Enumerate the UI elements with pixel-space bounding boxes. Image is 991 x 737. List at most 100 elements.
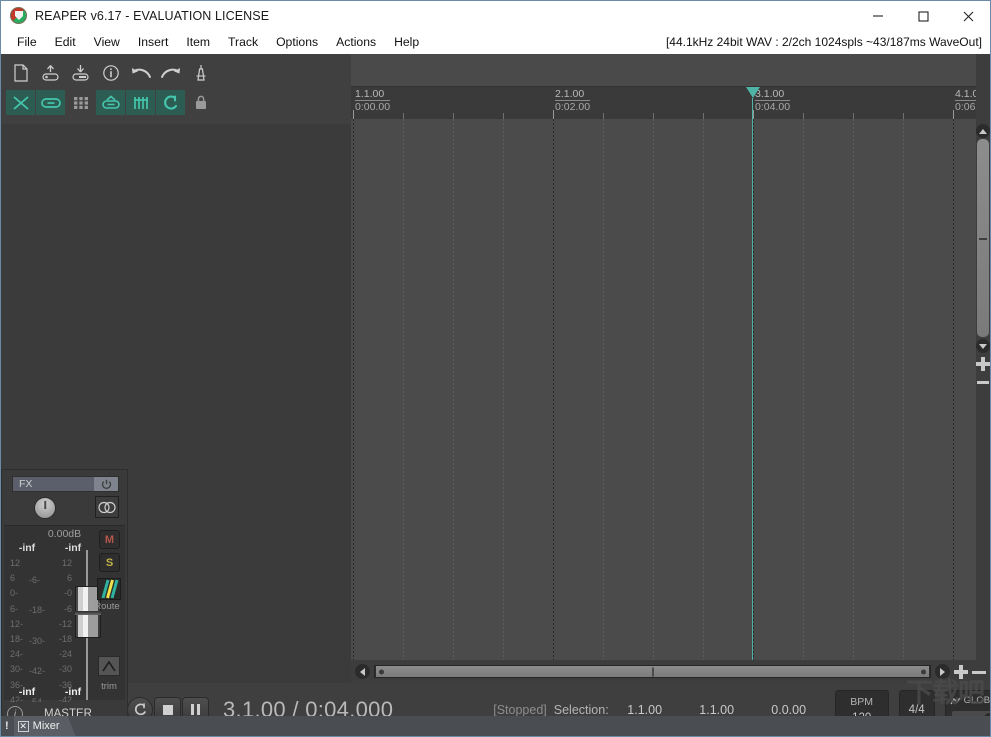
selection-length[interactable]: 0.0.00 xyxy=(753,703,825,717)
metronome-icon[interactable] xyxy=(186,60,215,85)
ruler-tick-bar xyxy=(953,110,954,119)
routing-label: Route xyxy=(94,601,120,612)
transport-state: [Stopped] xyxy=(493,702,547,717)
main-toolbar xyxy=(1,54,351,124)
grid-beat-line xyxy=(603,119,604,660)
close-icon[interactable]: ✕ xyxy=(18,721,29,732)
solo-button[interactable]: S xyxy=(99,553,120,572)
menu-actions[interactable]: Actions xyxy=(327,32,385,52)
grid-beat-line xyxy=(653,119,654,660)
alert-icon[interactable]: ! xyxy=(5,720,9,732)
master-mixer-panel: FX 0.00dB -inf -inf 12 6 0- 6- 12- 18- 2… xyxy=(1,469,128,727)
link-icon[interactable] xyxy=(36,90,65,115)
vscroll-thumb[interactable] xyxy=(977,139,989,337)
lock-icon[interactable] xyxy=(186,90,215,115)
scroll-left-icon[interactable] xyxy=(355,664,370,679)
pan-stereo-icon[interactable] xyxy=(95,496,119,518)
undo-icon[interactable] xyxy=(126,60,155,85)
peak-bottom-right: -inf xyxy=(64,686,82,698)
scroll-right-icon[interactable] xyxy=(935,664,950,679)
open-project-icon[interactable] xyxy=(36,60,65,85)
new-project-icon[interactable] xyxy=(6,60,35,85)
grid-bar-line xyxy=(753,119,754,660)
window-controls xyxy=(855,1,990,30)
pan-knob[interactable] xyxy=(34,497,56,519)
title-bar: REAPER v6.17 - EVALUATION LICENSE xyxy=(1,1,990,30)
trim-label: trim xyxy=(101,681,117,692)
minimize-button[interactable] xyxy=(855,1,900,30)
scroll-up-icon[interactable] xyxy=(976,124,990,138)
timeline-ruler[interactable]: 1.1.00 0:00.00 2.1.00 0:02.00 3.1.00 0:0… xyxy=(351,87,976,119)
grid-beat-line xyxy=(903,119,904,660)
grid-lines-icon[interactable] xyxy=(126,90,155,115)
grid-beat-line xyxy=(803,119,804,660)
arrange-top-strip[interactable] xyxy=(351,54,976,87)
grid-icon[interactable] xyxy=(66,90,95,115)
arrange-view: 1.1.00 0:00.00 2.1.00 0:02.00 3.1.00 0:0… xyxy=(351,54,990,683)
snap-icon[interactable] xyxy=(96,90,125,115)
docker-tab-mixer[interactable]: ✕ Mixer xyxy=(14,716,76,736)
toolbar-row-edit xyxy=(6,90,215,115)
playhead-marker[interactable] xyxy=(746,87,760,98)
menu-edit[interactable]: Edit xyxy=(46,32,85,52)
selection-start[interactable]: 1.1.00 xyxy=(609,703,681,717)
horizontal-zoom-out-icon[interactable] xyxy=(972,665,986,679)
crossfade-icon[interactable] xyxy=(6,90,35,115)
hscroll-thumb[interactable] xyxy=(376,666,929,677)
arrange-canvas[interactable] xyxy=(351,119,976,660)
mixer-meter-area: 0.00dB -inf -inf 12 6 0- 6- 12- 18- 24- 30- … xyxy=(4,525,125,707)
ruler-mark: 4.1.00 0:06.00 xyxy=(955,88,976,113)
vertical-zoom-in-icon[interactable] xyxy=(976,357,990,371)
maximize-button[interactable] xyxy=(900,1,945,30)
peak-top-right: -inf xyxy=(64,542,82,554)
selection-end[interactable]: 1.1.00 xyxy=(681,703,753,717)
grid-beat-line xyxy=(453,119,454,660)
peak-readout-bottom: -inf -inf xyxy=(4,686,96,698)
menu-track[interactable]: Track xyxy=(219,32,267,52)
grid-beat-line xyxy=(853,119,854,660)
main-body: 1.1.00 0:00.00 2.1.00 0:02.00 3.1.00 0:0… xyxy=(1,54,990,736)
menu-item[interactable]: Item xyxy=(177,32,219,52)
grid-bar-line xyxy=(553,119,554,660)
selection-label: Selection: xyxy=(553,702,609,717)
menu-insert[interactable]: Insert xyxy=(129,32,177,52)
menu-view[interactable]: View xyxy=(85,32,129,52)
menu-options[interactable]: Options xyxy=(267,32,327,52)
playhead-line-ruler xyxy=(752,98,753,119)
mute-button[interactable]: M xyxy=(99,530,120,549)
ruler-tick-bar xyxy=(353,110,354,119)
vertical-scrollbar[interactable] xyxy=(976,54,990,660)
hscroll-track[interactable] xyxy=(374,665,931,678)
horizontal-zoom-in-icon[interactable] xyxy=(954,664,968,679)
project-settings-icon[interactable] xyxy=(96,60,125,85)
menu-bar: File Edit View Insert Item Track Options… xyxy=(1,30,990,54)
trim-button[interactable] xyxy=(98,656,120,676)
menu-help[interactable]: Help xyxy=(385,32,428,52)
fx-chain-button[interactable]: FX xyxy=(12,476,119,492)
window-title: REAPER v6.17 - EVALUATION LICENSE xyxy=(35,8,270,23)
peak-top-left: -inf xyxy=(18,542,36,554)
grid-beat-line xyxy=(503,119,504,660)
ruler-tick-bar xyxy=(753,110,754,119)
bpm-label: BPM xyxy=(850,695,874,708)
vertical-zoom-out-icon[interactable] xyxy=(976,375,990,389)
ruler-mark: 2.1.00 0:02.00 xyxy=(555,88,591,113)
horizontal-scrollbar[interactable] xyxy=(351,660,990,683)
peak-bottom-left: -inf xyxy=(18,686,36,698)
menu-file[interactable]: File xyxy=(8,32,46,52)
scroll-down-icon[interactable] xyxy=(976,339,990,353)
grid-bar-line xyxy=(353,119,354,660)
save-project-icon[interactable] xyxy=(66,60,95,85)
global-label: GLOBAL xyxy=(963,694,991,706)
grid-beat-line xyxy=(703,119,704,660)
routing-button[interactable] xyxy=(97,578,121,600)
close-button[interactable] xyxy=(945,1,990,30)
ruler-mark: 3.1.00 0:04.00 xyxy=(755,88,791,113)
loop-icon[interactable] xyxy=(156,90,185,115)
redo-icon[interactable] xyxy=(156,60,185,85)
grid-beat-line xyxy=(403,119,404,660)
reaper-main-window: REAPER v6.17 - EVALUATION LICENSE File E… xyxy=(0,0,991,737)
power-icon[interactable] xyxy=(94,477,118,491)
reaper-logo-icon xyxy=(10,7,27,24)
toolbar-row-file xyxy=(6,60,215,85)
